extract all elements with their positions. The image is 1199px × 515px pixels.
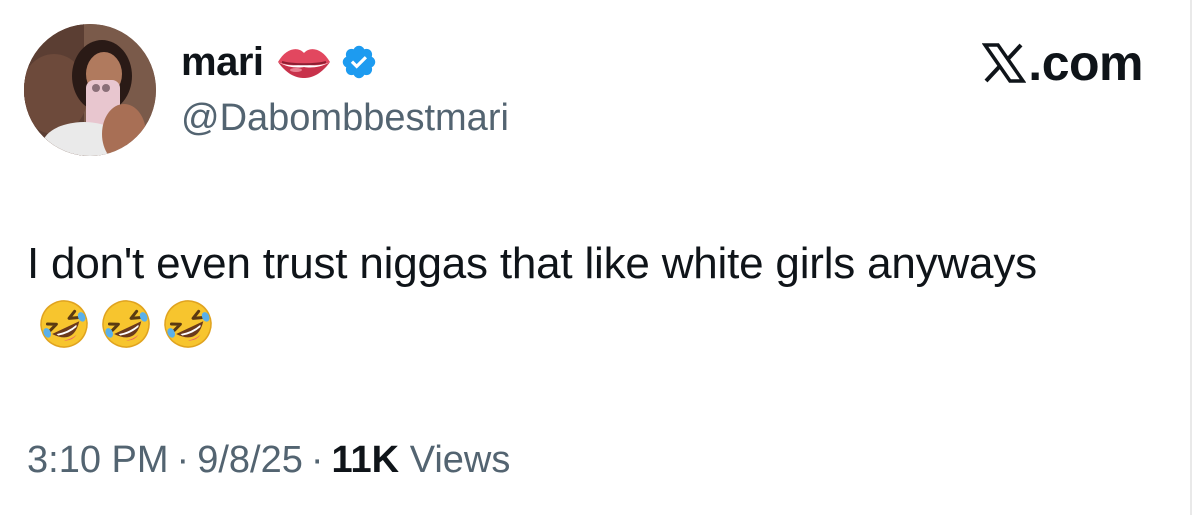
brand-domain-label: .com bbox=[1028, 35, 1143, 91]
tweet-text: I don't even trust niggas that like whit… bbox=[27, 232, 1147, 360]
rolling-on-floor-laughing-emoji bbox=[102, 300, 150, 349]
rolling-on-floor-laughing-emoji bbox=[40, 300, 88, 349]
brand-logo: .com bbox=[982, 34, 1143, 92]
name-row: mari bbox=[181, 36, 378, 88]
user-handle[interactable]: @Dabombbestmari bbox=[181, 94, 509, 142]
tweet-time[interactable]: 3:10 PM bbox=[27, 439, 169, 481]
verified-badge-icon bbox=[342, 45, 375, 79]
meta-separator: · bbox=[176, 439, 190, 481]
divider bbox=[1190, 0, 1192, 515]
avatar[interactable] bbox=[24, 24, 156, 156]
x-logo-icon bbox=[982, 43, 1027, 83]
meta-separator: · bbox=[310, 439, 324, 481]
rolling-on-floor-laughing-emoji bbox=[164, 300, 212, 349]
emoji-row bbox=[37, 297, 215, 351]
tweet-date[interactable]: 9/8/25 bbox=[197, 439, 303, 481]
tweet-card: mari @Dabombbestmari .com I don't even t… bbox=[0, 0, 1199, 515]
display-name[interactable]: mari bbox=[181, 36, 264, 88]
tweet-text-content: I don't even trust niggas that like whit… bbox=[27, 239, 1037, 288]
views-label: Views bbox=[409, 439, 511, 481]
lips-emoji bbox=[277, 49, 330, 78]
tweet-meta: 3:10 PM · 9/8/25 · 11K Views bbox=[27, 436, 510, 484]
views-count: 11K bbox=[331, 439, 400, 481]
